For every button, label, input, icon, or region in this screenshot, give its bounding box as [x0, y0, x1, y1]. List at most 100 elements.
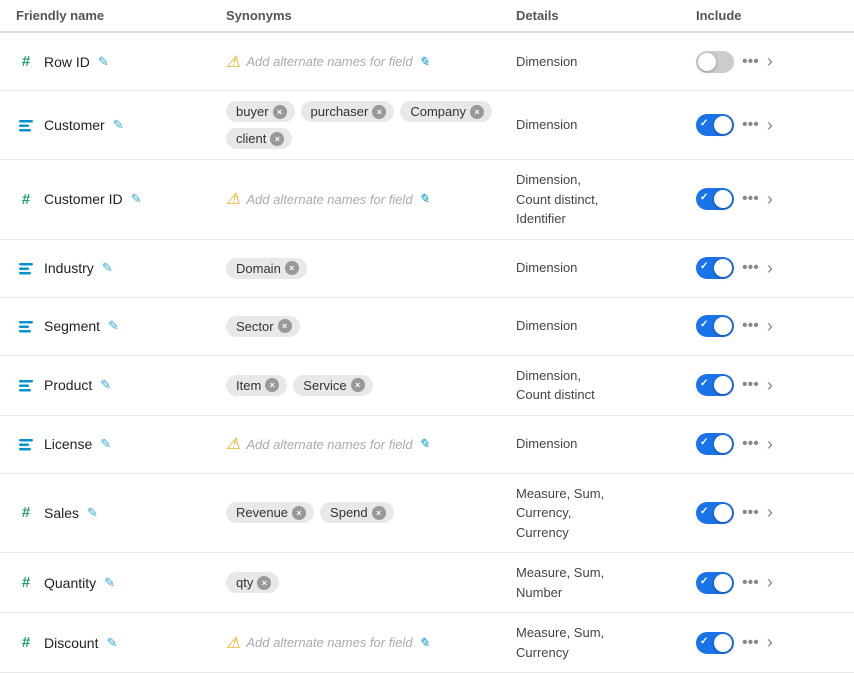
synonyms-cell: Item×Service× — [226, 375, 516, 396]
toggle-knob — [714, 259, 732, 277]
include-toggle[interactable] — [696, 51, 734, 73]
field-name-label: Customer ID — [44, 191, 123, 207]
synonyms-cell: buyer×purchaser×Company×client× — [226, 101, 516, 149]
table-row: #Sales✎Revenue×Spend×Measure, Sum,Curren… — [0, 474, 854, 554]
more-options-button[interactable]: ••• — [742, 190, 759, 208]
header-actions — [816, 8, 854, 23]
details-cell: Dimension — [516, 52, 696, 72]
include-toggle[interactable]: ✓ — [696, 315, 734, 337]
expand-row-button[interactable]: › — [767, 434, 773, 455]
table-row: Segment✎Sector×Dimension✓•••› — [0, 298, 854, 356]
expand-row-button[interactable]: › — [767, 502, 773, 523]
expand-row-button[interactable]: › — [767, 632, 773, 653]
expand-row-button[interactable]: › — [767, 316, 773, 337]
edit-field-name-button[interactable]: ✎ — [131, 191, 142, 207]
more-options-button[interactable]: ••• — [742, 435, 759, 453]
synonym-tag: Domain× — [226, 258, 307, 279]
add-synonym-button[interactable]: ✎ — [419, 54, 430, 70]
add-synonym-placeholder: ⚠Add alternate names for field✎ — [226, 52, 429, 72]
expand-row-button[interactable]: › — [767, 375, 773, 396]
toggle-check-icon: ✓ — [700, 437, 708, 448]
edit-field-name-button[interactable]: ✎ — [108, 318, 119, 334]
expand-row-button[interactable]: › — [767, 115, 773, 136]
synonym-tag: buyer × — [226, 101, 295, 122]
edit-field-name-button[interactable]: ✎ — [87, 505, 98, 521]
remove-synonym-button[interactable]: × — [257, 576, 271, 590]
hash-icon: # — [16, 633, 36, 653]
add-synonym-button[interactable]: ✎ — [419, 191, 430, 207]
include-cell: ✓ ••• › — [696, 502, 816, 524]
table-body: #Row ID✎⚠Add alternate names for field✎D… — [0, 33, 854, 673]
synonym-tag: purchaser× — [301, 101, 395, 122]
details-cell: Measure, Sum,Currency,Currency — [516, 484, 696, 543]
expand-row-button[interactable]: › — [767, 572, 773, 593]
remove-synonym-button[interactable]: × — [273, 105, 287, 119]
expand-row-button[interactable]: › — [767, 51, 773, 72]
synonym-label: buyer — [236, 104, 269, 119]
toggle-knob — [714, 317, 732, 335]
edit-field-name-button[interactable]: ✎ — [100, 436, 111, 452]
warning-icon: ⚠ — [226, 189, 240, 209]
toggle-knob — [714, 574, 732, 592]
field-name-cell: Industry ✎ — [16, 258, 226, 278]
include-toggle[interactable]: ✓ — [696, 632, 734, 654]
edit-field-name-button[interactable]: ✎ — [100, 377, 111, 393]
hash-icon: # — [16, 189, 36, 209]
synonym-tag: Company× — [400, 101, 492, 122]
include-toggle[interactable]: ✓ — [696, 114, 734, 136]
expand-row-button[interactable]: › — [767, 189, 773, 210]
remove-synonym-button[interactable]: × — [470, 105, 484, 119]
include-toggle[interactable]: ✓ — [696, 433, 734, 455]
include-toggle[interactable]: ✓ — [696, 572, 734, 594]
toggle-knob — [714, 116, 732, 134]
table-row: Industry✎Domain×Dimension✓•••› — [0, 240, 854, 298]
edit-field-name-button[interactable]: ✎ — [113, 117, 124, 133]
data-table: Friendly name Synonyms Details Include #… — [0, 0, 854, 673]
edit-field-name-button[interactable]: ✎ — [106, 635, 117, 651]
table-row: #Discount✎⚠Add alternate names for field… — [0, 613, 854, 673]
remove-synonym-button[interactable]: × — [372, 506, 386, 520]
details-cell: Dimension,Count distinct,Identifier — [516, 170, 696, 229]
synonym-label: purchaser — [311, 104, 369, 119]
toggle-check-icon: ✓ — [700, 378, 708, 389]
header-include: Include — [696, 8, 816, 23]
remove-synonym-button[interactable]: × — [265, 378, 279, 392]
warning-icon: ⚠ — [226, 633, 240, 653]
edit-field-name-button[interactable]: ✎ — [98, 54, 109, 70]
add-synonym-button[interactable]: ✎ — [419, 635, 430, 651]
more-options-button[interactable]: ••• — [742, 259, 759, 277]
field-name-cell: #Quantity✎ — [16, 573, 226, 593]
more-options-button[interactable]: ••• — [742, 317, 759, 335]
remove-synonym-button[interactable]: × — [292, 506, 306, 520]
add-synonym-button[interactable]: ✎ — [419, 436, 430, 452]
edit-field-name-button[interactable]: ✎ — [102, 260, 113, 276]
more-options-button[interactable]: ••• — [742, 53, 759, 71]
remove-synonym-button[interactable]: × — [278, 319, 292, 333]
more-options-button[interactable]: ••• — [742, 116, 759, 134]
remove-synonym-button[interactable]: × — [285, 261, 299, 275]
field-name-cell: # Customer ID ✎ — [16, 189, 226, 209]
synonyms-cell: Revenue×Spend× — [226, 502, 516, 523]
synonym-label: Spend — [330, 505, 368, 520]
details-cell: Dimension — [516, 115, 696, 135]
more-options-button[interactable]: ••• — [742, 504, 759, 522]
more-options-button[interactable]: ••• — [742, 574, 759, 592]
details-cell: Dimension — [516, 434, 696, 454]
include-toggle[interactable]: ✓ — [696, 257, 734, 279]
include-cell: ✓ ••• › — [696, 188, 816, 210]
more-options-button[interactable]: ••• — [742, 634, 759, 652]
include-toggle[interactable]: ✓ — [696, 374, 734, 396]
placeholder-text: Add alternate names for field — [246, 635, 412, 650]
include-toggle[interactable]: ✓ — [696, 502, 734, 524]
expand-row-button[interactable]: › — [767, 258, 773, 279]
hash-icon: # — [16, 52, 36, 72]
details-cell: Dimension,Count distinct — [516, 366, 696, 405]
remove-synonym-button[interactable]: × — [270, 132, 284, 146]
remove-synonym-button[interactable]: × — [372, 105, 386, 119]
field-name-label: Industry — [44, 260, 94, 276]
more-options-button[interactable]: ••• — [742, 376, 759, 394]
toggle-knob — [714, 435, 732, 453]
remove-synonym-button[interactable]: × — [351, 378, 365, 392]
edit-field-name-button[interactable]: ✎ — [104, 575, 115, 591]
include-toggle[interactable]: ✓ — [696, 188, 734, 210]
